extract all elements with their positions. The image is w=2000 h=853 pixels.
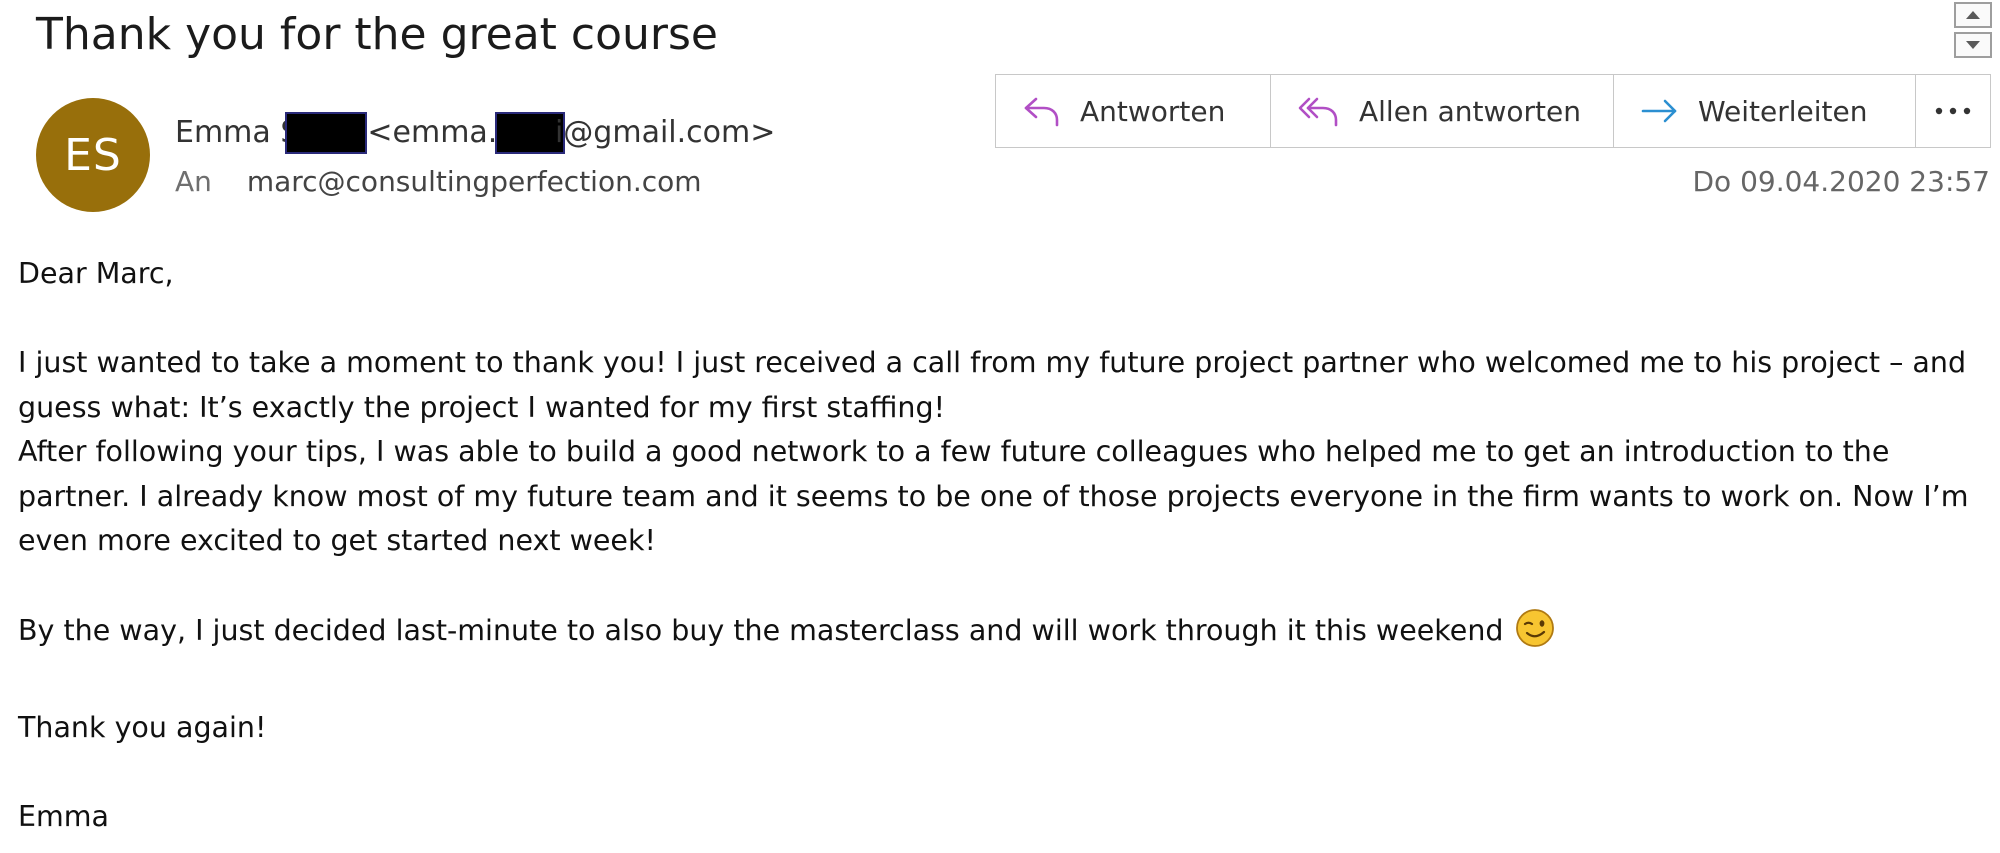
reply-all-label: Allen antworten bbox=[1359, 94, 1581, 128]
email-reading-pane: Thank you for the great course ES Emma S… bbox=[0, 0, 2000, 853]
sender-line: Emma S <emma.s i@gmail.com> bbox=[175, 112, 775, 154]
triangle-down-icon bbox=[1966, 41, 1980, 49]
recipient-line: An marc@consultingperfection.com bbox=[175, 162, 702, 202]
body-line: partner. I already know most of my futur… bbox=[18, 479, 1969, 513]
signature: Emma bbox=[18, 800, 109, 833]
email-subject: Thank you for the great course bbox=[36, 9, 718, 60]
body-line: guess what: It’s exactly the project I w… bbox=[18, 390, 945, 424]
body-text: By the way, I just decided last-minute t… bbox=[18, 614, 1504, 647]
scroll-up-button[interactable] bbox=[1954, 2, 1992, 28]
redaction-box bbox=[285, 112, 368, 154]
reply-icon bbox=[1024, 97, 1059, 127]
body-line: By the way, I just decided last-minute t… bbox=[18, 608, 1978, 662]
forward-arrow-icon bbox=[1641, 99, 1677, 123]
reply-all-icon bbox=[1298, 97, 1338, 127]
reply-button[interactable]: Antworten bbox=[996, 75, 1271, 147]
greeting: Dear Marc, bbox=[18, 257, 174, 290]
forward-label: Weiterleiten bbox=[1698, 94, 1868, 128]
forward-button[interactable]: Weiterleiten bbox=[1614, 75, 1926, 147]
message-actions: Antworten Allen antworten Weiterleiten bbox=[995, 74, 1927, 148]
ellipsis-icon bbox=[1935, 107, 1971, 115]
more-actions-button[interactable] bbox=[1915, 74, 1991, 148]
reply-label: Antworten bbox=[1080, 94, 1226, 128]
recipient-address[interactable]: marc@consultingperfection.com bbox=[247, 165, 702, 198]
sender-email-prefix: <emma.s bbox=[367, 115, 513, 150]
sender-avatar: ES bbox=[36, 98, 150, 212]
scroll-down-button[interactable] bbox=[1954, 32, 1992, 58]
winking-face-icon bbox=[1515, 608, 1555, 662]
body-line: even more excited to get started next we… bbox=[18, 524, 656, 557]
sender-email-suffix: i@gmail.com> bbox=[554, 115, 776, 150]
closing: Thank you again! bbox=[18, 711, 267, 744]
triangle-up-icon bbox=[1966, 11, 1980, 19]
to-label: An bbox=[175, 165, 212, 198]
body-line: After following your tips, I was able to… bbox=[18, 435, 1890, 468]
sent-date: Do 09.04.2020 23:57 bbox=[1692, 165, 1991, 198]
body-line: I just wanted to take a moment to thank … bbox=[18, 346, 1967, 379]
reply-all-button[interactable]: Allen antworten bbox=[1271, 75, 1614, 147]
sender-name: Emma S bbox=[175, 115, 300, 150]
email-body: Dear Marc, I just wanted to take a momen… bbox=[18, 252, 1978, 840]
